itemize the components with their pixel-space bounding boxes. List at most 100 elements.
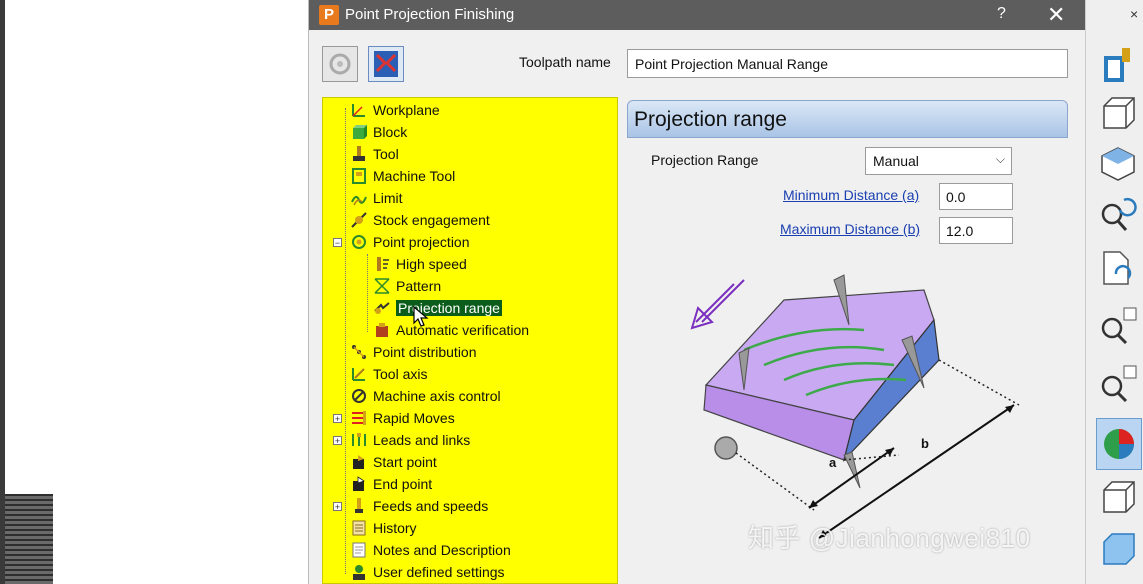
zoom-extents-icon[interactable] (1098, 304, 1138, 344)
tree-item-rapid-moves[interactable]: Rapid Moves (350, 408, 455, 428)
tree-item-feeds-and-speeds[interactable]: Feeds and speeds (350, 496, 488, 516)
tree-item-label: Stock engagement (373, 212, 490, 228)
projection-direction-arrow (690, 279, 745, 330)
tree-item-pattern[interactable]: Pattern (373, 276, 441, 296)
dotted-extent-line (938, 359, 1020, 406)
tool-icon (353, 146, 365, 161)
tree-item-automatic-verification[interactable]: Automatic verification (373, 320, 529, 340)
view-toolbar: × (1085, 0, 1143, 584)
leads-links-expand-toggle[interactable]: + (333, 436, 342, 446)
distance-a-label: a (829, 455, 837, 470)
arrowhead (1005, 405, 1014, 413)
tree-item-label: Start point (373, 454, 437, 470)
zoom-rotate-icon[interactable] (1098, 194, 1138, 234)
toolpath-preview-icon (374, 51, 398, 77)
tree-item-label: Point distribution (373, 344, 477, 360)
wireframe-cube-icon[interactable] (1098, 478, 1138, 518)
tree-item-label: High speed (396, 256, 467, 272)
high-speed-icon (377, 257, 389, 271)
tree-item-label: Pattern (396, 278, 442, 294)
machine-axis-control-icon (352, 389, 366, 403)
zoom-box-icon[interactable] (1098, 362, 1138, 402)
tree-item-label: Limit (373, 190, 403, 206)
tree-item-stock-engagement[interactable]: Stock engagement (350, 210, 490, 230)
tree-item-tool[interactable]: Tool (350, 144, 399, 164)
tree-item-machine-tool[interactable]: Machine Tool (350, 166, 455, 186)
machine-tool-icon (352, 168, 366, 184)
tree-item-start-point[interactable]: Start point (350, 452, 437, 472)
tree-item-leads-and-links[interactable]: Leads and links (350, 430, 470, 450)
tree-item-label: Notes and Description (373, 542, 511, 558)
toolpath-name-label: Toolpath name (519, 54, 611, 70)
tree-item-label: Leads and links (373, 432, 471, 448)
tree-item-label: Point projection (373, 234, 470, 250)
notes-icon (352, 542, 366, 558)
gear-cluster-icon (329, 53, 351, 75)
projection-range-select[interactable]: Manual ⌵ (865, 147, 1012, 175)
solid-cube-icon[interactable] (1098, 530, 1138, 570)
iso-cube-view-icon[interactable] (1098, 94, 1138, 134)
tree-item-history[interactable]: History (350, 518, 417, 538)
end-point-icon (353, 476, 365, 491)
history-icon (352, 520, 366, 536)
shaded-cube-view-icon[interactable] (1098, 144, 1138, 184)
minimum-distance-input[interactable]: 0.0 (939, 183, 1013, 210)
refresh-document-icon[interactable] (1098, 248, 1138, 288)
point-distribution-icon (352, 345, 366, 359)
pattern-icon (374, 278, 390, 294)
rapid-moves-expand-toggle[interactable]: + (333, 414, 342, 424)
tree-item-label: Tool axis (373, 366, 428, 382)
tree-item-label: User defined settings (373, 564, 505, 580)
close-button[interactable]: ✕ (1047, 2, 1065, 28)
tree-item-label: Machine Tool (373, 168, 456, 184)
projection-range-panel-header: Projection range (627, 100, 1068, 138)
tree-item-projection-range[interactable]: Projection range (373, 298, 502, 318)
tree-item-block[interactable]: Block (350, 122, 407, 142)
panel-title: Projection range (634, 108, 787, 131)
minimum-distance-link[interactable]: Minimum Distance (a) (783, 187, 919, 203)
start-point-icon (353, 455, 364, 469)
toolpath-strategy-tree: − + + + Workplane Block Tool Machine Too… (322, 97, 618, 584)
tree-item-end-point[interactable]: End point (350, 474, 432, 494)
block-icon (353, 125, 367, 139)
tree-item-workplane[interactable]: Workplane (350, 100, 440, 120)
rapid-moves-icon (352, 411, 366, 425)
point-projection-collapse-toggle[interactable]: − (333, 238, 342, 248)
projection-range-icon (374, 302, 390, 314)
point-projection-icon (352, 235, 366, 249)
tree-item-user-defined-settings[interactable]: User defined settings (350, 562, 505, 582)
tree-item-tool-axis[interactable]: Tool axis (350, 364, 427, 384)
tree-item-label: Rapid Moves (373, 410, 455, 426)
tool-axis-icon (352, 368, 365, 381)
tree-item-limit[interactable]: Limit (350, 188, 403, 208)
workplane-view-icon[interactable] (1098, 44, 1138, 84)
tree-item-point-projection[interactable]: Point projection (350, 232, 470, 252)
projection-range-label: Projection Range (651, 152, 759, 168)
shaded-sphere-icon (1104, 429, 1134, 459)
tree-item-notes-and-description[interactable]: Notes and Description (350, 540, 511, 560)
dialog-title: Point Projection Finishing (345, 6, 515, 23)
user-settings-icon (353, 565, 365, 580)
tree-item-machine-axis-control[interactable]: Machine axis control (350, 386, 501, 406)
tree-connector-main (345, 108, 346, 574)
toolpath-name-input[interactable]: Point Projection Manual Range (627, 49, 1068, 78)
feeds-speeds-expand-toggle[interactable]: + (333, 502, 342, 512)
tree-item-high-speed[interactable]: High speed (373, 254, 467, 274)
background-window-fragment (5, 494, 53, 584)
help-button[interactable]: ? (997, 5, 1006, 23)
point-projection-finishing-dialog: P Point Projection Finishing ? ✕ Toolpat… (308, 0, 1087, 584)
tree-item-label: Feeds and speeds (373, 498, 489, 514)
distance-b-label: b (921, 436, 929, 451)
maximum-distance-link[interactable]: Maximum Distance (b) (780, 221, 920, 237)
app-logo-icon: P (319, 5, 339, 25)
projection-range-value: Manual (873, 153, 919, 169)
tree-connector-child (367, 254, 368, 332)
dotted-projection-line (735, 452, 815, 511)
stock-engagement-icon (351, 212, 367, 228)
toolpath-settings-button[interactable] (322, 46, 358, 82)
shading-mode-button-active[interactable] (1096, 418, 1142, 470)
toolbar-close-button[interactable]: × (1130, 6, 1138, 22)
toolpath-preview-button[interactable] (368, 46, 404, 82)
maximum-distance-input[interactable]: 12.0 (939, 217, 1013, 244)
tree-item-point-distribution[interactable]: Point distribution (350, 342, 477, 362)
